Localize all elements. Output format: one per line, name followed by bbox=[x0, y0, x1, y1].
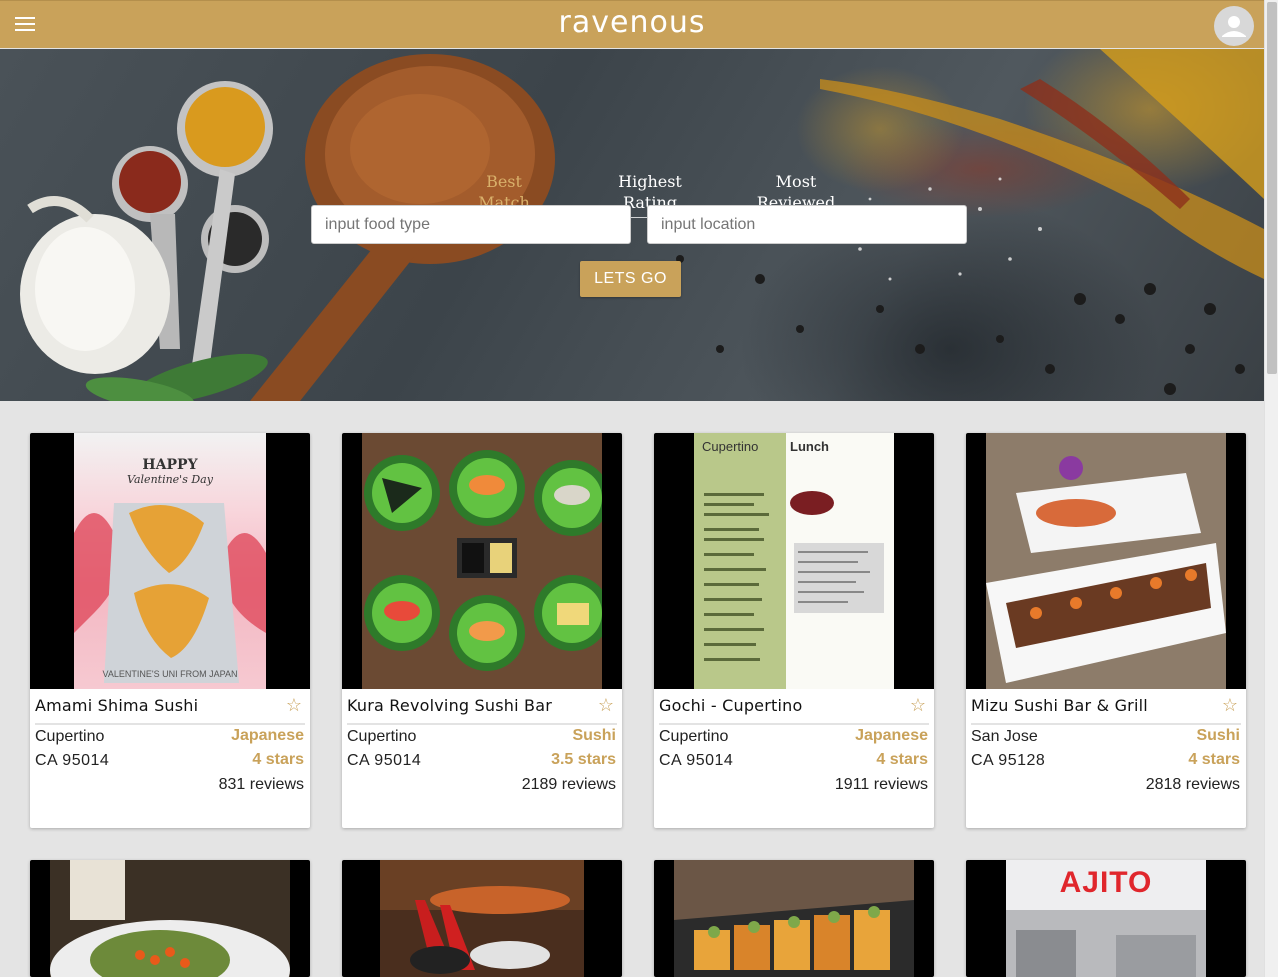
business-state-zip: CA 95014 bbox=[35, 752, 110, 769]
card-divider bbox=[347, 723, 617, 725]
business-city: Cupertino bbox=[659, 728, 729, 745]
photo-caption-bottom: VALENTINE'S UNI FROM JAPAN bbox=[102, 669, 238, 679]
user-avatar-icon[interactable] bbox=[1214, 6, 1254, 46]
food-type-input[interactable] bbox=[311, 205, 631, 244]
tab-label-line1: Best bbox=[486, 172, 522, 191]
photo-caption-top: Cupertino bbox=[702, 439, 759, 454]
star-outline-icon[interactable]: ☆ bbox=[910, 695, 926, 716]
business-city: Cupertino bbox=[347, 728, 417, 745]
business-card[interactable] bbox=[654, 860, 934, 977]
business-rating: 4 stars bbox=[252, 751, 304, 768]
business-category: Sushi bbox=[1196, 727, 1240, 744]
page-scrollbar[interactable] bbox=[1264, 0, 1278, 977]
business-review-count: 2818 reviews bbox=[1145, 776, 1240, 793]
business-rating: 3.5 stars bbox=[551, 751, 616, 768]
business-photo: HAPPY Valentine's Day VALENTINE'S UNI FR… bbox=[30, 433, 310, 689]
business-photo bbox=[30, 860, 310, 977]
card-divider bbox=[971, 723, 1241, 725]
business-rating: 4 stars bbox=[1188, 751, 1240, 768]
card-divider bbox=[35, 723, 305, 725]
star-outline-icon[interactable]: ☆ bbox=[1222, 695, 1238, 716]
hero-banner: Best Match Highest Rating Most Reviewed … bbox=[0, 49, 1264, 401]
business-photo bbox=[966, 433, 1246, 689]
star-outline-icon[interactable]: ☆ bbox=[598, 695, 614, 716]
business-card[interactable]: HAPPY Valentine's Day VALENTINE'S UNI FR… bbox=[30, 433, 310, 828]
business-card[interactable]: Kura Revolving Sushi Bar ☆ Cupertino CA … bbox=[342, 433, 622, 828]
business-name: Mizu Sushi Bar & Grill bbox=[971, 696, 1148, 715]
business-rating: 4 stars bbox=[876, 751, 928, 768]
business-state-zip: CA 95128 bbox=[971, 752, 1046, 769]
hero-background-art bbox=[20, 49, 1264, 401]
business-state-zip: CA 95014 bbox=[659, 752, 734, 769]
business-city: San Jose bbox=[971, 728, 1038, 745]
card-divider bbox=[659, 723, 929, 725]
photo-caption-top: HAPPY bbox=[142, 457, 198, 473]
business-review-count: 1911 reviews bbox=[834, 776, 928, 793]
business-state-zip: CA 95014 bbox=[347, 752, 422, 769]
business-city: Cupertino bbox=[35, 728, 105, 745]
business-review-count: 831 reviews bbox=[218, 776, 304, 793]
business-photo: AJITO bbox=[966, 860, 1246, 977]
business-photo: Cupertino Lunch bbox=[654, 433, 934, 689]
business-photo bbox=[342, 860, 622, 977]
business-category: Sushi bbox=[572, 727, 616, 744]
business-name: Gochi - Cupertino bbox=[659, 696, 803, 715]
business-photo bbox=[342, 433, 622, 689]
search-submit-button[interactable]: LETS GO bbox=[580, 261, 681, 297]
scrollbar-thumb[interactable] bbox=[1267, 2, 1277, 374]
tab-label-line1: Most bbox=[775, 172, 817, 191]
business-card[interactable] bbox=[342, 860, 622, 977]
business-card[interactable]: AJITO bbox=[966, 860, 1246, 977]
business-name: Amami Shima Sushi bbox=[35, 696, 199, 715]
business-name: Kura Revolving Sushi Bar bbox=[347, 696, 553, 715]
photo-caption-sub: Lunch bbox=[790, 439, 829, 454]
business-review-count: 2189 reviews bbox=[521, 776, 616, 793]
sign-text: AJITO bbox=[1059, 866, 1153, 899]
business-category: Japanese bbox=[855, 727, 928, 744]
business-card[interactable] bbox=[30, 860, 310, 977]
location-input[interactable] bbox=[647, 205, 967, 244]
brand-logo[interactable]: ravenous bbox=[0, 5, 1264, 40]
business-card[interactable]: Cupertino Lunch Gochi - Cupertino ☆ Cupe… bbox=[654, 433, 934, 828]
business-card[interactable]: Mizu Sushi Bar & Grill ☆ San Jose CA 951… bbox=[966, 433, 1246, 828]
star-outline-icon[interactable]: ☆ bbox=[286, 695, 302, 716]
business-photo bbox=[654, 860, 934, 977]
business-category: Japanese bbox=[231, 727, 304, 744]
top-navbar: ravenous bbox=[0, 0, 1264, 48]
photo-caption-sub: Valentine's Day bbox=[127, 473, 213, 486]
tab-label-line1: Highest bbox=[618, 172, 682, 191]
